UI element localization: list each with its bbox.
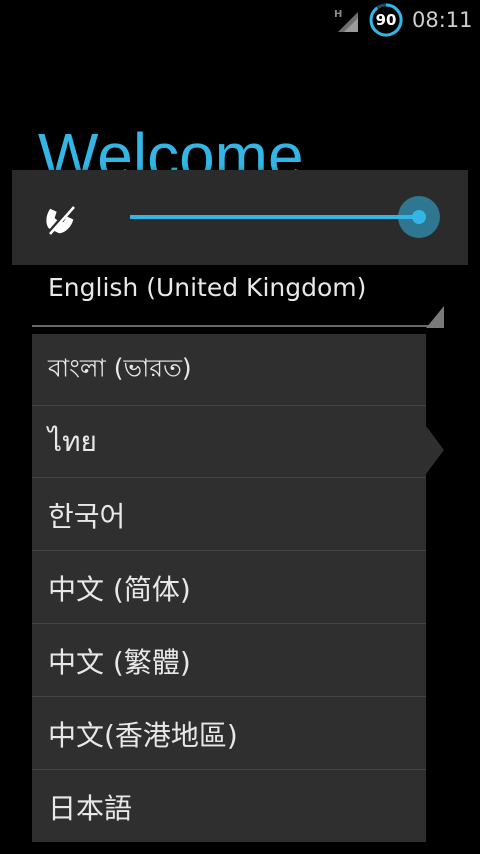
language-option-label: 中文(香港地區) <box>48 718 238 752</box>
volume-panel <box>12 170 468 265</box>
language-option[interactable]: 日本語 <box>32 771 426 843</box>
status-bar: H 90 08:11 <box>0 0 480 40</box>
language-option[interactable]: 中文(香港地區) <box>32 698 426 770</box>
battery-level: 90 <box>375 11 397 29</box>
language-option[interactable]: 한국어 <box>32 479 426 551</box>
status-clock: 08:11 <box>412 8 473 32</box>
volume-slider-track[interactable] <box>130 215 422 219</box>
language-option[interactable]: 中文 (简体) <box>32 552 426 624</box>
spinner-corner-icon <box>426 306 444 328</box>
language-option[interactable]: ไทย <box>32 406 426 478</box>
language-option-label: 中文 (简体) <box>48 572 191 606</box>
language-option[interactable]: বাংলা (ভারত) <box>32 334 426 406</box>
language-spinner[interactable]: English (United Kingdom) <box>32 266 444 328</box>
ringer-icon[interactable] <box>40 198 80 238</box>
language-option-label: 中文 (繁體) <box>48 645 191 679</box>
setup-wizard-screen: H 90 08:11 Welcome English (United Kingd… <box>0 0 480 854</box>
language-dropdown: বাংলা (ভারত) ไทย 한국어 中文 (简体) 中文 (繁體) 中文(… <box>32 334 426 842</box>
language-option[interactable]: 中文 (繁體) <box>32 625 426 697</box>
language-option-label: 日本語 <box>48 792 133 825</box>
signal-icon: H <box>334 9 358 32</box>
volume-slider-thumb[interactable] <box>412 210 426 224</box>
language-spinner-value: English (United Kingdom) <box>48 273 367 302</box>
language-option-label: ไทย <box>48 424 97 458</box>
language-option-label: 한국어 <box>48 499 126 533</box>
language-option-label: বাংলা (ভারত) <box>48 353 192 382</box>
dropdown-pointer-icon <box>426 426 444 474</box>
network-type-label: H <box>334 9 342 20</box>
spinner-underline <box>32 325 444 327</box>
